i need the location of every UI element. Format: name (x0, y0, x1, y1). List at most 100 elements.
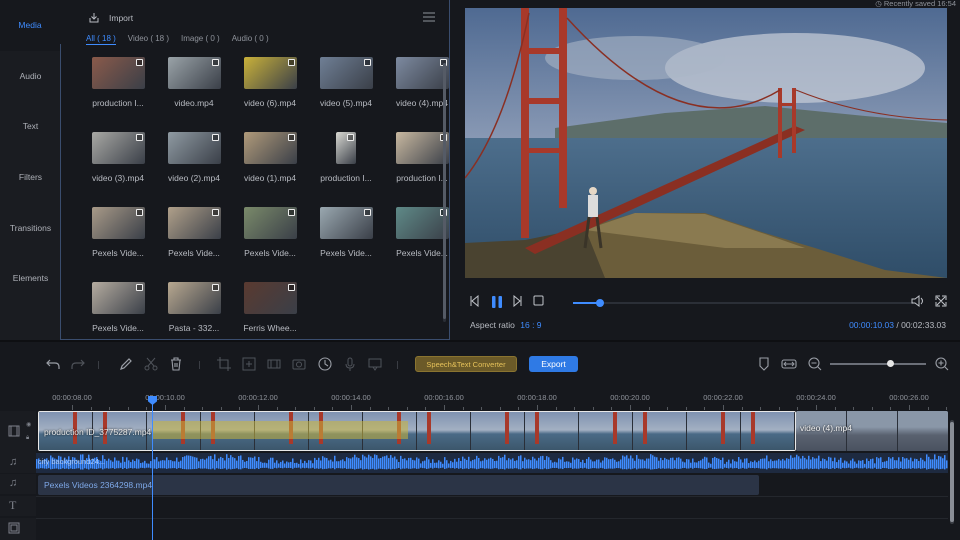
media-thumbnail[interactable] (243, 132, 297, 164)
select-checkbox-icon[interactable] (135, 134, 143, 141)
mosaic-icon[interactable] (266, 356, 282, 372)
voiceover-icon[interactable] (367, 356, 383, 372)
select-checkbox-icon[interactable] (211, 134, 219, 141)
video-preview[interactable] (465, 8, 947, 278)
zoom-out-icon[interactable] (807, 356, 823, 372)
speed-icon[interactable] (317, 356, 333, 372)
select-checkbox-icon[interactable] (211, 209, 219, 216)
media-item[interactable]: video.mp4 (159, 57, 229, 108)
nav-item-media[interactable]: Media (0, 0, 61, 51)
select-checkbox-icon[interactable] (135, 284, 143, 291)
media-item[interactable]: Ferris Whee... (235, 282, 305, 333)
media-item[interactable]: video (3).mp4 (83, 132, 153, 183)
screenshot-icon[interactable] (291, 356, 307, 372)
media-item[interactable]: Pexels Vide... (235, 207, 305, 258)
media-scrollbar-thumb[interactable] (443, 63, 446, 319)
select-checkbox-icon[interactable] (363, 59, 371, 66)
media-item[interactable]: video (5).mp4 (311, 57, 381, 108)
media-thumbnail[interactable] (243, 282, 297, 314)
zoom-slider-knob[interactable] (886, 360, 894, 367)
media-thumbnail[interactable] (395, 57, 449, 89)
media-item[interactable]: video (4).mp4 (387, 57, 457, 108)
media-item[interactable]: video (6).mp4 (235, 57, 305, 108)
aspect-ratio-value[interactable]: 16 : 9 (520, 320, 541, 330)
select-checkbox-icon[interactable] (287, 59, 295, 66)
media-thumbnail[interactable] (319, 207, 373, 239)
select-checkbox-icon[interactable] (363, 209, 371, 216)
media-item[interactable]: production I... (387, 132, 457, 183)
media-thumbnail[interactable] (91, 57, 145, 89)
zoom-slider[interactable] (830, 363, 926, 365)
speech-text-converter-button[interactable]: Speech&Text Converter (415, 356, 517, 372)
media-item[interactable]: Pexels Vide... (387, 207, 457, 258)
volume-icon[interactable] (911, 295, 925, 307)
timeline-scrollbar[interactable] (950, 420, 954, 524)
pause-icon[interactable] (491, 295, 503, 309)
media-item[interactable]: Pexels Vide... (159, 207, 229, 258)
media-item[interactable]: video (1).mp4 (235, 132, 305, 183)
undo-icon[interactable] (45, 356, 61, 372)
fullscreen-icon[interactable] (935, 295, 947, 307)
scissors-icon[interactable] (143, 356, 159, 372)
track-lock-icon[interactable]: 🔒︎ (26, 435, 29, 442)
media-thumbnail[interactable] (395, 132, 449, 164)
media-item[interactable]: production I... (311, 132, 381, 183)
media-item[interactable]: Pexels Vide... (83, 282, 153, 333)
playback-progress-bar[interactable] (573, 299, 913, 307)
list-view-icon[interactable] (423, 12, 435, 22)
media-thumbnail[interactable] (319, 57, 373, 89)
select-checkbox-icon[interactable] (287, 209, 295, 216)
select-checkbox-icon[interactable] (211, 59, 219, 66)
fit-timeline-icon[interactable] (781, 356, 797, 372)
nav-item-elements[interactable]: Elements (0, 253, 61, 304)
media-item[interactable]: Pasta - 332... (159, 282, 229, 333)
filter-all[interactable]: All ( 18 ) (86, 34, 116, 45)
aspect-ratio[interactable]: Aspect ratio 16 : 9 (470, 320, 542, 330)
media-thumbnail[interactable] (91, 207, 145, 239)
filter-video[interactable]: Video ( 18 ) (128, 34, 169, 45)
media-item[interactable]: Pexels Vide... (83, 207, 153, 258)
select-checkbox-icon[interactable] (287, 284, 295, 291)
media-item[interactable]: production I... (83, 57, 153, 108)
export-button[interactable]: Export (529, 356, 578, 372)
microphone-icon[interactable] (342, 356, 358, 372)
zoom-in-icon[interactable] (934, 356, 950, 372)
import-button[interactable]: Import (88, 12, 133, 23)
playhead[interactable] (152, 396, 153, 540)
select-checkbox-icon[interactable] (287, 134, 295, 141)
media-thumbnail[interactable] (167, 57, 221, 89)
select-checkbox-icon[interactable] (211, 284, 219, 291)
edit-pencil-icon[interactable] (118, 356, 134, 372)
previous-frame-icon[interactable] (469, 295, 481, 307)
media-thumbnail[interactable] (243, 207, 297, 239)
nav-item-filters[interactable]: Filters (0, 152, 61, 203)
freeze-frame-icon[interactable] (241, 356, 257, 372)
select-checkbox-icon[interactable] (347, 134, 354, 141)
nav-item-transitions[interactable]: Transitions (0, 202, 61, 253)
media-item[interactable]: video (2).mp4 (159, 132, 229, 183)
media-thumbnail[interactable] (167, 207, 221, 239)
media-thumbnail[interactable] (395, 207, 449, 239)
select-checkbox-icon[interactable] (135, 59, 143, 66)
delete-icon[interactable] (168, 356, 184, 372)
media-scrollbar[interactable] (443, 60, 446, 322)
crop-icon[interactable] (216, 356, 232, 372)
filter-audio[interactable]: Audio ( 0 ) (232, 34, 269, 45)
marker-icon[interactable] (756, 356, 772, 372)
select-checkbox-icon[interactable] (135, 209, 143, 216)
media-thumbnail[interactable] (167, 282, 221, 314)
progress-knob[interactable] (596, 299, 605, 307)
media-thumbnail[interactable] (243, 57, 297, 89)
media-item[interactable]: Pexels Vide... (311, 207, 381, 258)
next-frame-icon[interactable] (511, 295, 523, 307)
audio-waveform[interactable] (36, 453, 948, 473)
media-thumbnail[interactable] (91, 132, 145, 164)
media-thumbnail[interactable] (336, 132, 356, 164)
filter-image[interactable]: Image ( 0 ) (181, 34, 220, 45)
nav-item-text[interactable]: Text (0, 101, 61, 152)
timeline-ruler[interactable]: 00:00:08.00 00:00:10.00 00:00:12.00 00:00:1… (36, 386, 960, 410)
media-thumbnail[interactable] (91, 282, 145, 314)
media-thumbnail[interactable] (167, 132, 221, 164)
redo-icon[interactable] (70, 356, 86, 372)
nav-item-audio[interactable]: Audio (0, 51, 61, 102)
